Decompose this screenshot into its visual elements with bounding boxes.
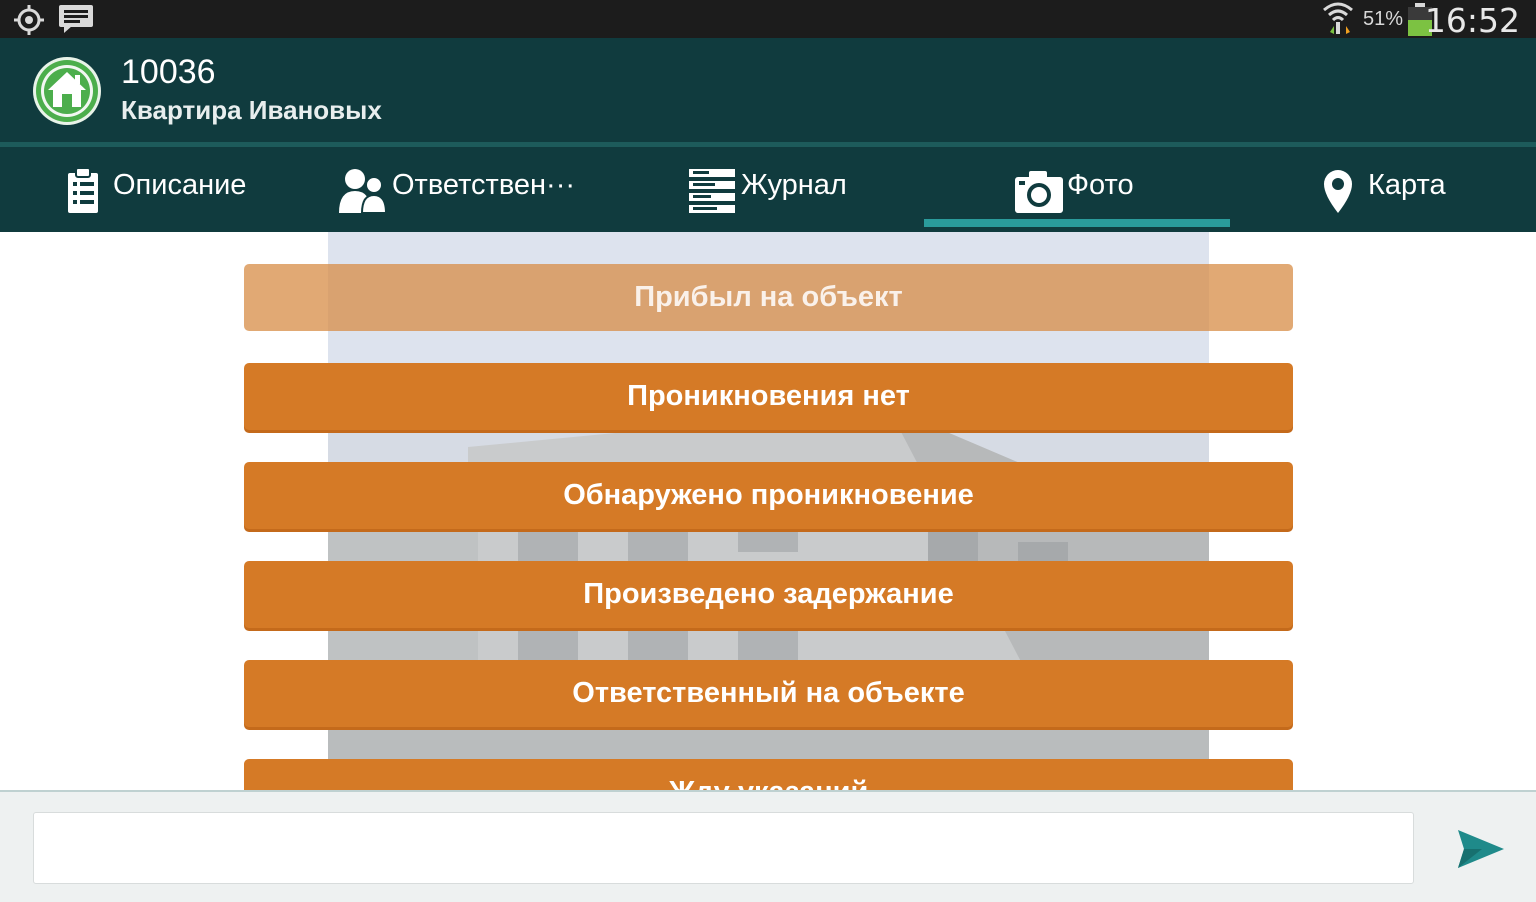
tab-bar: Описание Ответствен··· Журнал Фото Карта	[0, 147, 1536, 232]
awaiting-instructions-button[interactable]: Жду указаний	[244, 759, 1293, 790]
status-bar: 51% 16:52	[0, 0, 1536, 40]
photo-panel: Прибыл на объект Проникновения нет Обнар…	[0, 232, 1536, 790]
no-intrusion-button[interactable]: Проникновения нет	[244, 363, 1293, 430]
camera-icon	[1015, 171, 1063, 213]
object-name: Квартира Ивановых	[121, 95, 382, 125]
arrived-button[interactable]: Прибыл на объект	[244, 264, 1293, 331]
clock: 16:52	[1424, 1, 1520, 40]
message-bar	[0, 790, 1536, 902]
tab-description[interactable]: Описание	[0, 147, 306, 232]
battery-percent: 51%	[1362, 8, 1403, 30]
responsible-on-site-button[interactable]: Ответственный на объекте	[244, 660, 1293, 727]
message-input[interactable]	[33, 812, 1414, 884]
intrusion-detected-button[interactable]: Обнаружено проникновение	[244, 462, 1293, 529]
object-id: 10036	[121, 53, 216, 91]
tab-label: Журнал	[741, 169, 847, 201]
selected-tab-indicator	[924, 219, 1230, 227]
tab-label: Карта	[1368, 169, 1446, 201]
map-pin-icon	[1324, 170, 1352, 213]
wifi-icon	[1323, 2, 1353, 34]
tab-journal[interactable]: Журнал	[615, 147, 924, 232]
send-icon[interactable]	[1452, 820, 1510, 878]
journal-icon	[689, 169, 735, 213]
detention-made-button[interactable]: Произведено задержание	[244, 561, 1293, 628]
clipboard-icon	[68, 167, 98, 213]
gps-icon	[14, 5, 44, 35]
message-icon	[59, 5, 93, 33]
tab-label: Ответствен···	[392, 169, 576, 201]
tab-label: Описание	[113, 169, 247, 201]
tab-map[interactable]: Карта	[1230, 147, 1536, 232]
tab-label: Фото	[1067, 169, 1134, 201]
tab-responsible[interactable]: Ответствен···	[306, 147, 615, 232]
people-icon	[339, 169, 388, 214]
home-icon[interactable]	[32, 56, 102, 126]
app-header: 10036 Квартира Ивановых	[0, 38, 1536, 142]
